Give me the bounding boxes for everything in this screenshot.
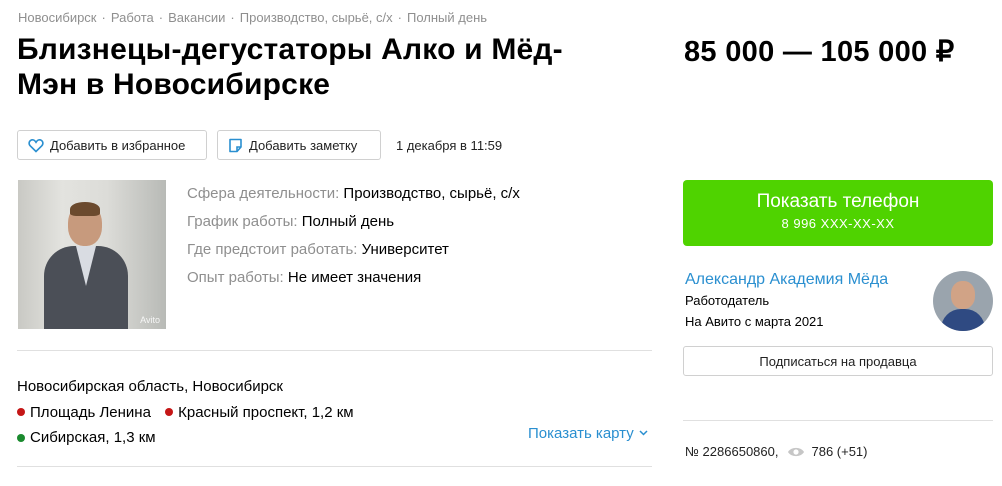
seller-role: Работодатель: [685, 293, 770, 308]
breadcrumb: Новосибирск · Работа · Вакансии · Производство…: [18, 10, 488, 25]
breadcrumb-item-schedule[interactable]: Полный день: [407, 10, 487, 25]
param-experience: Опыт работы: Не имеет значения: [187, 269, 422, 286]
breadcrumb-item-city[interactable]: Новосибирск: [18, 10, 97, 25]
divider: [17, 466, 652, 467]
publish-date: 1 декабря в 11:59: [396, 137, 503, 153]
add-to-favorites-button[interactable]: Добавить в избранное: [17, 130, 207, 160]
ad-stats: № 2286650860, 786 (+51): [685, 444, 868, 459]
views-count: 786 (+51): [811, 444, 868, 459]
show-phone-label: Показать телефон: [756, 191, 920, 212]
breadcrumb-item-vacancies[interactable]: Вакансии: [168, 10, 225, 25]
chevron-down-icon: [639, 430, 648, 436]
metro-station: Сибирская, 1,3 км: [17, 425, 156, 450]
show-map-link[interactable]: Показать карту: [528, 425, 648, 442]
photo-watermark: Avito: [140, 315, 160, 325]
page-title: Близнецы-дегустаторы Алко и Мёд-Мэн в Но…: [17, 33, 563, 101]
address-text: Новосибирская область, Новосибирск: [17, 378, 283, 395]
note-icon: [229, 138, 242, 152]
ad-number: № 2286650860,: [685, 444, 779, 459]
location-block: Новосибирская область, Новосибирск Площа…: [17, 374, 364, 450]
add-note-button[interactable]: Добавить заметку: [217, 130, 381, 160]
metro-station: Площадь Ленина: [17, 400, 151, 425]
param-workplace: Где предстоит работать: Университет: [187, 241, 449, 258]
heart-icon: [28, 138, 44, 153]
metro-line-dot: [17, 433, 25, 442]
job-params: Сфера деятельности: Производство, сырьё,…: [187, 180, 520, 292]
divider: [683, 420, 993, 421]
seller-since: На Авито с марта 2021: [685, 314, 824, 329]
seller-avatar[interactable]: [933, 271, 993, 331]
breadcrumb-item-work[interactable]: Работа: [111, 10, 154, 25]
param-schedule: График работы: Полный день: [187, 213, 395, 230]
metro-station: Красный проспект, 1,2 км: [165, 400, 354, 425]
breadcrumb-item-category[interactable]: Производство, сырьё, с/х: [240, 10, 393, 25]
add-to-favorites-label: Добавить в избранное: [50, 137, 186, 153]
eye-icon: [788, 447, 805, 456]
divider: [17, 350, 652, 351]
listing-photo[interactable]: Avito: [18, 180, 166, 329]
actions-bar: Добавить в избранное Добавить заметку 1 …: [17, 130, 502, 160]
metro-line-dot: [165, 408, 174, 416]
salary-price: 85 000 — 105 000 ₽: [684, 36, 955, 68]
seller-name-link[interactable]: Александр Академия Мёда: [685, 271, 888, 289]
subscribe-seller-button[interactable]: Подписаться на продавца: [683, 346, 993, 376]
add-note-label: Добавить заметку: [249, 137, 358, 153]
metro-line-dot: [17, 408, 25, 416]
param-field-of-activity: Сфера деятельности: Производство, сырьё,…: [187, 185, 520, 202]
phone-number-masked: 8 996 XXX-XX-XX: [781, 216, 895, 231]
show-phone-button[interactable]: Показать телефон 8 996 XXX-XX-XX: [683, 180, 993, 246]
